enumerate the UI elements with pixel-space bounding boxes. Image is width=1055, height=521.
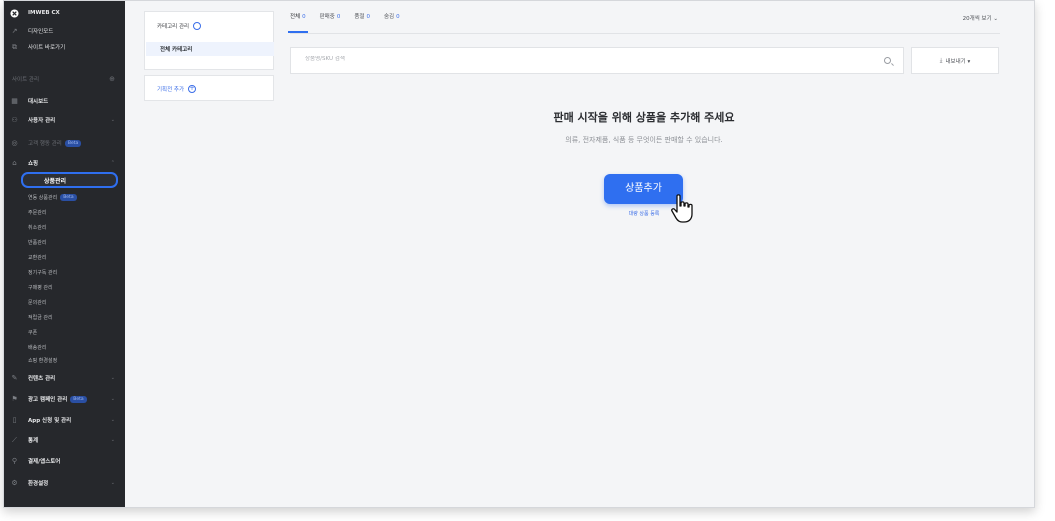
plan-panel: 기획전 추가 + [144,75,274,101]
sidebar-item-settings[interactable]: ⚙ 환경설정 ⌄ [4,475,125,491]
site-manage-section: 사이트 관리 ⊕ [4,71,125,87]
target-icon: ◎ [11,139,18,147]
empty-state-subtitle: 의류, 전자제품, 식품 등 무엇이든 판매할 수 있습니다. [565,136,723,144]
chevron-down-icon: ⌄ [110,117,115,123]
sidebar-item-app[interactable]: ▯ App 신청 및 관리 ⌄ [4,412,125,428]
category-manage-button[interactable]: 카테고리 관리 [157,22,202,30]
sidebar-item-label: 쇼핑 [28,161,39,167]
sidebar-item-label: 고객 행동 관리 Beta [28,139,82,147]
sidebar-item-stats[interactable]: ⟋ 통계 ⌄ [4,432,125,448]
beta-badge: Beta [70,396,87,403]
chevron-down-icon: ⌄ [110,480,115,486]
edit-icon: ✎ [11,374,18,382]
sidebar-item-contents[interactable]: ✎ 컨텐츠 관리 ⌄ [4,370,125,386]
sidebar-item-shopping[interactable]: ⌂ 쇼핑 ⌃ [4,155,125,171]
plug-icon: ⚲ [11,457,18,465]
brand-logo-icon [10,8,19,18]
sidebar-item-label: 결제/앱스토어 [28,459,61,465]
tab-count: 0 [336,14,341,20]
page-size-select[interactable]: 20개씩 보기 ⌄ [963,14,998,22]
tab-hidden[interactable]: 숨김 0 [384,9,400,33]
brand-row[interactable]: IMWEB CX [4,5,125,21]
search-icon[interactable] [884,57,891,64]
sidebar-item-customer-behavior[interactable]: ◎ 고객 행동 관리 Beta [4,135,125,151]
chevron-up-icon: ⌃ [110,160,115,166]
category-panel: 카테고리 관리 전체 카테고리 [144,11,274,70]
sidebar-sub-points[interactable]: 적립금 관리 [28,314,53,321]
add-site-icon[interactable]: ⊕ [109,75,115,83]
chevron-down-icon: ⌄ [110,375,115,381]
sidebar-sub-inquiries[interactable]: 문의관리 [28,299,46,306]
megaphone-icon: ⚑ [11,395,18,403]
bulk-register-link[interactable]: 대량 상품 등록 [614,210,674,217]
sidebar-sub-shipping[interactable]: 배송관리 [28,344,46,351]
download-icon: ⤓ [939,56,943,64]
user-icon: ⚇ [11,116,18,124]
sidebar-sub-reviews[interactable]: 구매평 관리 [28,284,53,291]
sidebar-item-label: 대시보드 [28,99,49,105]
sidebar-sub-linked-products[interactable]: 연동 상품관리 Beta [28,194,77,201]
hand-pointer-icon [671,194,693,223]
magic-wand-icon: ↗ [11,27,18,35]
export-label: 내보내기 ▾ [945,58,971,65]
sidebar-sub-returns[interactable]: 반품관리 [28,239,46,246]
section-label: 사이트 관리 [12,77,40,83]
brand-name: IMWEB CX [28,10,60,16]
status-tabs: 전체 0 판매중 0 품절 0 숨김 0 [288,9,400,33]
plus-circle-icon: + [188,85,197,93]
sidebar-item-ad-campaign[interactable]: ⚑ 광고 캠페인 관리 Beta ⌄ [4,391,125,407]
tab-on-sale[interactable]: 판매중 0 [320,9,341,33]
search-box [290,47,904,74]
chevron-down-icon: ⌄ [110,437,115,443]
sidebar-sub-coupons[interactable]: 쿠폰 [28,329,37,336]
sidebar-sub-exchanges[interactable]: 교환관리 [28,254,46,261]
bag-icon: ⌂ [12,159,17,167]
external-link-icon: ⧉ [12,42,17,51]
sidebar-item-design-mode[interactable]: ↗ 디자인모드 [4,23,125,39]
sidebar-sub-subscriptions[interactable]: 정기구독 관리 [28,269,57,276]
grid-icon: ▦ [11,97,18,105]
sidebar-item-label: 광고 캠페인 관리 Beta [28,395,87,403]
mobile-icon: ▯ [12,416,17,424]
sidebar-sub-shop-settings[interactable]: 쇼핑 환경설정 [28,357,57,364]
category-item-all[interactable]: 전체 카테고리 [146,42,274,56]
beta-badge: Beta [60,194,77,201]
chevron-down-icon: ⌄ [110,417,115,423]
tab-count: 0 [396,14,400,20]
category-manage-label: 카테고리 관리 [157,24,190,30]
sidebar: IMWEB CX ↗ 디자인모드 ⧉ 사이트 바로가기 사이트 관리 ⊕ ▦ 대… [4,1,125,507]
sidebar-item-label: 환경설정 [28,481,49,487]
sidebar-item-label: 사용자 관리 [28,118,56,124]
sidebar-item-label: 컨텐츠 관리 [28,376,56,382]
tabs-divider [290,33,1000,34]
sidebar-sub-product-manage[interactable]: 상품관리 [21,172,118,188]
sidebar-sub-label: 상품관리 [44,178,67,185]
sidebar-item-dashboard[interactable]: ▦ 대시보드 [4,93,125,109]
sidebar-sub-orders[interactable]: 주문관리 [28,209,46,216]
export-button[interactable]: ⤓ 내보내기 ▾ [911,47,999,74]
tab-count: 0 [366,14,370,20]
chevron-down-icon: ⌄ [110,396,115,402]
sidebar-sub-cancels[interactable]: 취소관리 [28,224,46,231]
tab-count: 0 [302,14,306,20]
sidebar-item-label: 통계 [28,438,39,444]
empty-state-title: 판매 시작을 위해 상품을 추가해 주세요 [553,111,735,124]
gear-icon: ⚙ [11,479,18,487]
sidebar-item-label: App 신청 및 관리 [28,418,72,424]
beta-badge: Beta [64,140,82,147]
add-plan-button[interactable]: 기획전 추가 + [157,85,197,93]
category-item-label: 전체 카테고리 [160,47,193,53]
sidebar-item-label: 디자인모드 [28,29,54,35]
search-input[interactable] [305,56,855,62]
gear-icon [193,22,202,30]
sidebar-item-users[interactable]: ⚇ 사용자 관리 ⌄ [4,112,125,128]
sidebar-item-label: 사이트 바로가기 [28,45,66,51]
tab-sold-out[interactable]: 품절 0 [354,9,370,33]
chart-icon: ⟋ [12,435,17,444]
sidebar-item-payment[interactable]: ⚲ 결제/앱스토어 [4,453,125,469]
add-plan-label: 기획전 추가 [157,87,185,93]
sidebar-item-visit-site[interactable]: ⧉ 사이트 바로가기 [4,39,125,55]
tab-all[interactable]: 전체 0 [288,9,308,33]
app-window: IMWEB CX ↗ 디자인모드 ⧉ 사이트 바로가기 사이트 관리 ⊕ ▦ 대… [3,0,1035,508]
